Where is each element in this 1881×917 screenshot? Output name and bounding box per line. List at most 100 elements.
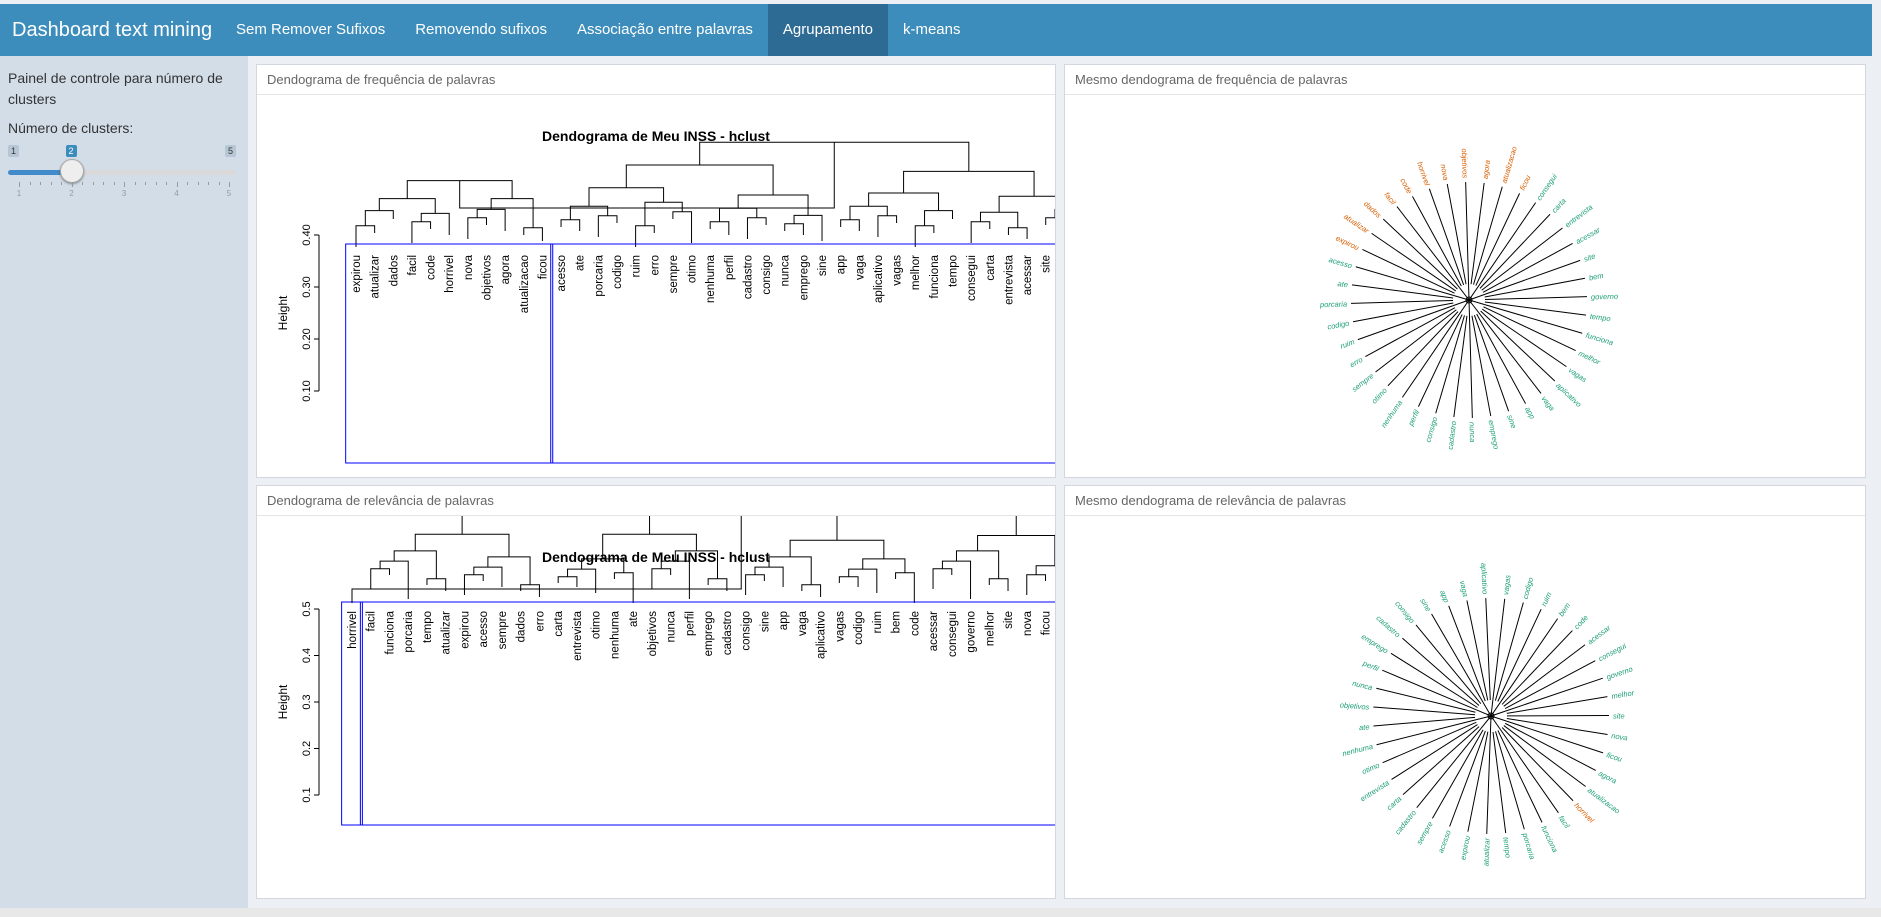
radial-leaf-label: atualizar	[1342, 212, 1371, 236]
radial-leaf-label: nenhuma	[1341, 742, 1374, 758]
app-title: Dashboard text mining	[12, 19, 213, 41]
radial-leaf-label: site	[1583, 251, 1597, 263]
window-bottom-strip	[0, 908, 1881, 917]
radial-leaf-label: vaga	[1458, 580, 1470, 598]
leaf-label: porcaria	[593, 254, 605, 296]
leaf-label: nova	[463, 254, 475, 280]
radial-leaf-label: nova	[1439, 163, 1451, 181]
dendrogram-link	[597, 215, 618, 237]
slider-value-label: 2	[65, 145, 77, 157]
y-tick-label: 0.4	[301, 648, 313, 663]
radial-leaf-label: consegui	[1535, 172, 1560, 202]
radial-leaf-label: vaga	[1540, 394, 1557, 412]
radial-leaf-label: consigo	[1423, 416, 1439, 443]
leaf-label: erro	[649, 255, 661, 275]
radial-branch	[1505, 677, 1603, 712]
dendrogram-link	[467, 217, 487, 239]
radial-leaf-label: sempre	[1350, 371, 1375, 393]
dendrogram-link	[463, 574, 484, 595]
leaf-label: sine	[759, 611, 771, 632]
slider-tick	[113, 182, 115, 185]
slider-max-label: 5	[225, 145, 237, 157]
dendrogram-link	[557, 576, 578, 587]
leaf-label: sine	[817, 255, 829, 276]
tab-k-means[interactable]: k-means	[888, 4, 976, 56]
clusters-slider-label: Número de clusters:	[8, 120, 134, 136]
leaf-label: agora	[500, 254, 512, 284]
panel-freq-dendrogram: Dendograma de frequência de palavras Den…	[256, 64, 1056, 478]
dendrogram-link	[848, 568, 878, 593]
radial-leaf-label: otimo	[1370, 386, 1389, 406]
radial-leaf-label: atualizacao	[1586, 786, 1622, 816]
tab-agrupamento[interactable]: Agrupamento	[767, 4, 888, 56]
radial-leaf-label: ruim	[1339, 337, 1356, 350]
dendrogram-link	[520, 584, 540, 597]
slider-tick	[229, 182, 230, 187]
radial-branch	[1499, 728, 1559, 814]
radial-branch	[1475, 193, 1521, 286]
leaf-label: melhor	[910, 255, 922, 290]
radial-leaf-label: nenhuma	[1379, 398, 1404, 429]
dendrogram-link	[849, 205, 888, 220]
dendrogram-link	[613, 572, 634, 603]
leaf-label: cadastro	[722, 611, 734, 655]
leaf-label: erro	[534, 611, 546, 631]
leaf-label: nunca	[666, 610, 678, 642]
slider-handle[interactable]	[59, 159, 84, 183]
dendrogram-link	[490, 198, 534, 228]
radial-leaf-label: cadastro	[1393, 808, 1418, 836]
radial-leaf-label: expirou	[1334, 234, 1361, 253]
slider-tick	[124, 182, 125, 187]
radial-leaf-label: acesso	[1328, 255, 1353, 270]
radial-leaf-label: vagas	[1567, 366, 1589, 385]
dendrogram-link	[414, 533, 510, 557]
radial-leaf-label: consigo	[1393, 599, 1416, 625]
leaf-label: governo	[966, 611, 978, 653]
radial-leaf-label: agora	[1481, 159, 1492, 179]
tab-removendo-sufixos[interactable]: Removendo sufixos	[400, 4, 562, 56]
leaf-label: sempre	[497, 611, 509, 649]
y-tick-label: 0.2	[301, 741, 313, 756]
dendrogram-link	[903, 170, 1035, 197]
dendrogram-link	[581, 558, 625, 573]
radial-branch	[1483, 306, 1576, 352]
leaf-label: ate	[575, 255, 587, 271]
radial-branch	[1362, 248, 1455, 294]
radial-branch	[1497, 730, 1543, 823]
slider-tick	[92, 182, 94, 185]
radial-leaf-label: tempo	[1501, 837, 1513, 859]
leaf-label: nunca	[780, 254, 792, 286]
leaf-label: expirou	[351, 255, 363, 293]
dendrogram-link	[868, 192, 940, 211]
radial-leaf-label: ate	[1337, 279, 1349, 289]
radial-leaf-label: horrivel	[1572, 801, 1596, 825]
radial-leaf-label: codigo	[1521, 576, 1536, 600]
leaf-label: expirou	[459, 611, 471, 649]
leaf-label: acesso	[478, 611, 490, 647]
radial-branch	[1503, 725, 1586, 787]
leaf-label: app	[836, 255, 848, 274]
tab-sem-remover-sufixos[interactable]: Sem Remover Sufixos	[221, 4, 400, 56]
leaf-label: ficou	[1041, 611, 1053, 635]
leaf-label: app	[778, 611, 790, 630]
dendrogram-link	[523, 227, 543, 241]
radial-leaf-label: objetivos	[1339, 700, 1369, 711]
leaf-label: perfil	[684, 611, 696, 636]
leaf-label: bem	[891, 611, 903, 633]
leaf-label: acessar	[928, 611, 940, 651]
leaf-label: nova	[1022, 610, 1034, 636]
dendrogram-link	[364, 210, 394, 226]
leaf-label: tempo	[422, 611, 434, 643]
leaf-label: facil	[407, 255, 419, 275]
y-axis-label: Height	[276, 684, 290, 719]
radial-leaf-label: ruim	[1539, 591, 1553, 608]
leaf-label: codigo	[612, 255, 624, 289]
radial-leaf-label: bem	[1557, 601, 1573, 618]
slider-tick-label: 3	[121, 189, 127, 198]
leaf-label: sempre	[668, 255, 680, 293]
radial-leaf-label: cadastro	[1374, 613, 1402, 639]
leaf-label: tempo	[948, 255, 960, 287]
tab-associacao[interactable]: Associação entre palavras	[562, 4, 768, 56]
radial-branch	[1401, 312, 1461, 398]
radial-inner-link	[1489, 715, 1492, 733]
